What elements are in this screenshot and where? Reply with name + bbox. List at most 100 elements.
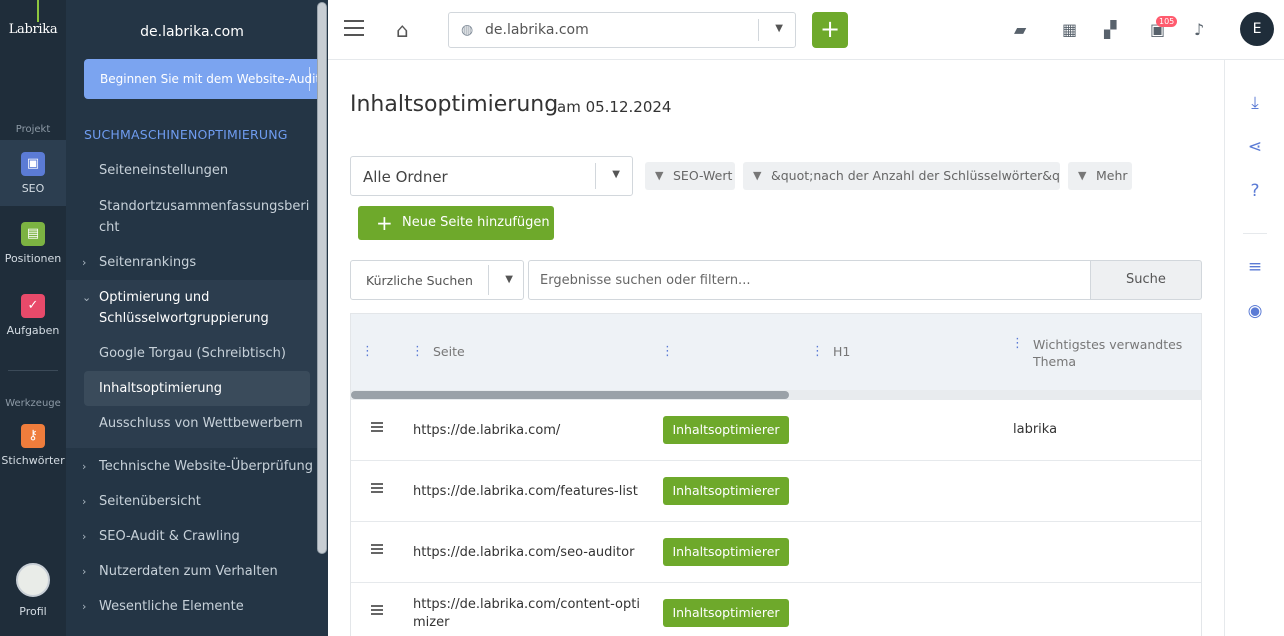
start-audit-label: Beginnen Sie mit dem Website-Audit	[100, 72, 321, 86]
column-menu-icon[interactable]: ⋮	[411, 344, 424, 359]
sidebar-item-label: Optimierung und Schlüsselwortgruppierung	[99, 290, 269, 326]
column-header-related-topic[interactable]: Wichtigstes verwandtes Thema	[1033, 336, 1193, 370]
group-label-tools: Werkzeuge	[5, 398, 61, 409]
chart-icon: ▤	[21, 222, 45, 246]
sidebar-item-seo-audit[interactable]: › SEO-Audit & Crawling	[66, 526, 318, 547]
row-url[interactable]: https://de.labrika.com/	[413, 422, 641, 440]
home-icon[interactable]: ⌂	[396, 18, 409, 42]
add-button[interactable]: +	[812, 12, 848, 48]
globe-icon: ◍	[461, 22, 474, 38]
chevron-right-icon: ›	[82, 256, 87, 269]
rail-item-tasks[interactable]: ✓ Aufgaben	[0, 294, 66, 337]
row-url[interactable]: https://de.labrika.com/features-list	[413, 483, 641, 501]
caret-down-icon: ▼	[505, 274, 513, 285]
filter-chip-more[interactable]: ▼ Mehr	[1068, 162, 1132, 190]
table-row: https://de.labrika.com/seo-auditor Inhal…	[351, 522, 1201, 583]
rail-item-profile[interactable]: Profil	[0, 563, 66, 618]
chevron-right-icon: ›	[82, 600, 87, 613]
sidebar-item-essentials[interactable]: › Wesentliche Elemente	[66, 596, 318, 617]
add-page-button[interactable]: + Neue Seite hinzufügen	[358, 206, 554, 240]
rail-item-label: Positionen	[4, 252, 62, 265]
sidebar-item-page-settings[interactable]: Seiteneinstellungen	[66, 160, 318, 181]
table-row: https://de.labrika.com/features-list Inh…	[351, 461, 1201, 522]
sidebar-item-google-torgau[interactable]: Google Torgau (Schreibtisch)	[66, 343, 318, 364]
sidebar-scrollbar[interactable]	[317, 2, 327, 554]
check-icon: ✓	[21, 294, 45, 318]
support-icon[interactable]: ◉	[1225, 301, 1284, 321]
content-optimizer-button[interactable]: Inhaltsoptimierer	[663, 599, 789, 627]
download-icon[interactable]: ⤓	[1225, 93, 1284, 113]
filter-icon: ▼	[1078, 169, 1087, 182]
chevron-right-icon: ›	[82, 495, 87, 508]
logo[interactable]: Labrika	[0, 22, 66, 37]
bell-icon[interactable]: ♪	[1194, 20, 1204, 39]
logo-accent	[37, 0, 39, 22]
icon-rail: Labrika Projekt ▣ SEO ▤ Positionen ✓ Auf…	[0, 0, 66, 636]
content-optimizer-button[interactable]: Inhaltsoptimierer	[663, 416, 789, 444]
menu-icon[interactable]	[344, 20, 364, 36]
column-header-page[interactable]: Seite	[433, 344, 465, 359]
content-optimizer-button[interactable]: Inhaltsoptimierer	[663, 477, 789, 505]
sidebar-item-competitor-exclusion[interactable]: Ausschluss von Wettbewerbern	[66, 413, 318, 434]
chat-icon[interactable]: ▞	[1104, 20, 1116, 39]
search-input[interactable]: Ergebnisse suchen oder filtern...	[528, 260, 1091, 300]
scrollbar-thumb[interactable]	[351, 391, 789, 399]
sidebar-item-optimization-grouping[interactable]: ⌄ Optimierung und Schlüsselwortgruppieru…	[66, 287, 296, 329]
filter-icon: ▼	[753, 169, 762, 182]
profile-avatar	[16, 563, 50, 597]
rail-item-positions[interactable]: ▤ Positionen	[0, 222, 66, 265]
sidebar-item-technical-audit[interactable]: › Technische Website-Überprüfung	[66, 456, 318, 477]
filter-chip-seo-value[interactable]: ▼ SEO-Wert	[645, 162, 735, 190]
sidebar-item-label: Nutzerdaten zum Verhalten	[99, 564, 278, 579]
site-select[interactable]: ◍ de.labrika.com ▼	[448, 12, 796, 48]
chevron-right-icon: ›	[82, 565, 87, 578]
row-url[interactable]: https://de.labrika.com/content-optimizer	[413, 596, 641, 632]
folder-select-value: Alle Ordner	[363, 168, 448, 186]
filter-chip-keyword-count[interactable]: ▼ &quot;nach der Anzahl der Schlüsselwör…	[743, 162, 1060, 190]
drag-handle-icon[interactable]	[371, 544, 383, 556]
section-title[interactable]: SUCHMASCHINENOPTIMIERUNG	[84, 127, 288, 142]
sidebar-item-content-optimization[interactable]: Inhaltsoptimierung	[84, 371, 310, 406]
search-button[interactable]: Suche	[1090, 260, 1202, 300]
recent-searches-value: Kürzliche Suchen	[366, 273, 473, 288]
sidebar-item-location-report[interactable]: Standortzusammenfassungsbericht	[66, 196, 311, 238]
search-placeholder: Ergebnisse suchen oder filtern...	[540, 273, 751, 288]
column-menu-icon[interactable]: ⋮	[661, 344, 674, 359]
sidebar-item-page-overview[interactable]: › Seitenübersicht	[66, 491, 318, 512]
sidebar-item-label: SEO-Audit & Crawling	[99, 529, 240, 544]
rail-item-label: Aufgaben	[6, 324, 60, 337]
row-url[interactable]: https://de.labrika.com/seo-auditor	[413, 544, 641, 562]
rail-item-label: Stichwörter	[1, 454, 65, 467]
column-header-h1[interactable]: H1	[833, 344, 850, 359]
row-topic: labrika	[1013, 422, 1058, 437]
table-horizontal-scrollbar[interactable]	[351, 390, 1201, 400]
content-optimizer-button[interactable]: Inhaltsoptimierer	[663, 538, 789, 566]
chip-label: SEO-Wert	[673, 168, 733, 183]
sidebar-item-label: Seitenübersicht	[99, 494, 201, 509]
sidebar-item-label: Seitenrankings	[99, 255, 197, 270]
column-menu-icon[interactable]: ⋮	[1011, 336, 1024, 351]
help-icon[interactable]: ?	[1225, 181, 1284, 201]
share-icon[interactable]: ⋖	[1225, 137, 1284, 157]
drag-handle-icon[interactable]	[371, 483, 383, 495]
sidebar-item-user-behavior[interactable]: › Nutzerdaten zum Verhalten	[66, 561, 318, 582]
column-menu-icon[interactable]: ⋮	[361, 344, 374, 359]
sidebar-item-label: Standortzusammenfassungsbericht	[99, 199, 310, 235]
column-menu-icon[interactable]: ⋮	[811, 344, 824, 359]
drag-handle-icon[interactable]	[371, 422, 383, 434]
rail-item-keywords[interactable]: ⚷ Stichwörter	[0, 424, 66, 467]
list-icon[interactable]: ≡	[1225, 257, 1284, 277]
rail-item-seo[interactable]: ▣ SEO	[0, 140, 66, 206]
wallet-icon[interactable]: ▰	[1014, 20, 1026, 39]
chevron-right-icon: ›	[82, 530, 87, 543]
recent-searches-select[interactable]: Kürzliche Suchen ▼	[350, 260, 524, 300]
chevron-right-icon: ›	[82, 460, 87, 473]
start-audit-button[interactable]: Beginnen Sie mit dem Website-Audit	[84, 59, 324, 99]
caret-down-icon: ▼	[612, 169, 620, 180]
drag-handle-icon[interactable]	[371, 605, 383, 617]
folder-select[interactable]: Alle Ordner ▼	[350, 156, 633, 196]
calendar-icon[interactable]: ▦	[1062, 20, 1077, 39]
user-avatar[interactable]: E	[1240, 12, 1274, 46]
sidebar-item-page-rankings[interactable]: › Seitenrankings	[66, 252, 318, 273]
page-date: am 05.12.2024	[557, 98, 672, 116]
